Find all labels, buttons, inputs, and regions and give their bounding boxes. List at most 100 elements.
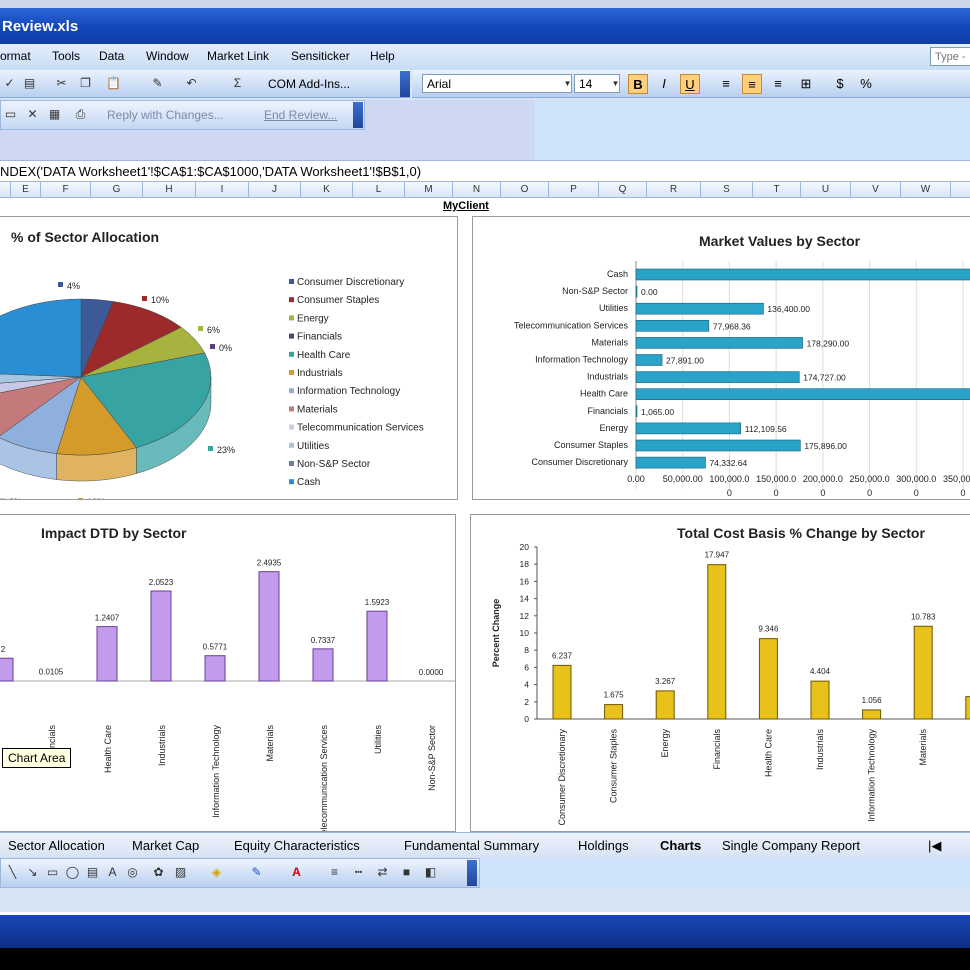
help-search-input[interactable] <box>930 47 970 66</box>
accept-change-icon[interactable]: ✕ <box>25 107 40 122</box>
column-header[interactable]: T <box>752 182 800 198</box>
textbox-icon[interactable]: ▤ <box>85 865 100 880</box>
wordart-icon[interactable]: A <box>105 865 120 880</box>
y-tick-label: 12 <box>520 611 530 621</box>
tab-charts[interactable]: Charts <box>660 838 701 853</box>
tab-market-cap[interactable]: Market Cap <box>132 838 199 853</box>
align-right-icon[interactable]: ≡ <box>768 74 788 94</box>
cut-icon[interactable]: ✂ <box>54 76 69 91</box>
column-header[interactable]: L <box>352 182 404 198</box>
font-color-icon[interactable]: A <box>289 865 304 880</box>
line-color-icon[interactable]: ✎ <box>249 865 264 880</box>
tab-scroll-left-icon[interactable]: |◀ <box>928 838 941 854</box>
menu-help[interactable]: Help <box>370 49 395 63</box>
oval-icon[interactable]: ◯ <box>65 865 80 880</box>
x-category-label: Energy <box>660 729 670 758</box>
fill-color-icon[interactable]: ◈ <box>209 865 224 880</box>
column-header[interactable]: N <box>452 182 500 198</box>
column-header[interactable]: U <box>800 182 850 198</box>
tab-equity-characteristics[interactable]: Equity Characteristics <box>234 838 360 853</box>
sector-allocation-chart[interactable]: % of Sector Allocation 4%10%6%0%23%10%2%… <box>0 216 458 500</box>
column-header[interactable]: V <box>850 182 900 198</box>
3d-icon[interactable]: ◧ <box>423 865 438 880</box>
tab-single-company-report[interactable]: Single Company Report <box>722 838 860 853</box>
track-changes-icon[interactable]: ▭ <box>3 107 18 122</box>
standard-toolbar: ✓ ▤ ✂ ❐ 📋 ✎ ↶ Σ COM Add-Ins... <box>0 70 410 98</box>
align-left-icon[interactable]: ≡ <box>716 74 736 94</box>
bar-value-label: 17.947 <box>705 551 730 560</box>
column-header[interactable]: P <box>548 182 598 198</box>
line-icon[interactable]: ╲ <box>5 865 20 880</box>
format-painter-icon[interactable]: ✎ <box>150 76 165 91</box>
slice-label-swatch <box>78 498 83 499</box>
column-header[interactable]: O <box>500 182 548 198</box>
column-header[interactable]: J <box>248 182 300 198</box>
chevron-down-icon[interactable]: ▼ <box>560 76 575 91</box>
line-style-icon[interactable]: ≡ <box>327 865 342 880</box>
y-tick-label: 10 <box>520 628 530 638</box>
print-icon[interactable]: ⎙ <box>73 107 88 122</box>
merge-center-icon[interactable]: ⊞ <box>796 74 816 94</box>
arrow-icon[interactable]: ↘ <box>25 865 40 880</box>
tab-holdings[interactable]: Holdings <box>578 838 629 853</box>
column-header[interactable]: R <box>646 182 700 198</box>
column-header[interactable]: F <box>40 182 90 198</box>
bar-value-label: 0.00 <box>641 287 658 297</box>
menu-window[interactable]: Window <box>146 49 189 63</box>
menu-sensiticker[interactable]: Sensiticker <box>291 49 350 63</box>
column-header[interactable]: S <box>700 182 752 198</box>
column-header[interactable]: K <box>300 182 352 198</box>
align-center-icon[interactable]: ≡ <box>742 74 762 94</box>
menu-format[interactable]: ormat <box>0 49 31 63</box>
menu-market-link[interactable]: Market Link <box>207 49 269 63</box>
com-addins-button[interactable]: COM Add-Ins... <box>268 77 350 91</box>
cost-basis-chart[interactable]: Total Cost Basis % Change by Sector Perc… <box>470 514 970 832</box>
impact-dtd-chart[interactable]: Impact DTD by Sector 2 0.0105 Financials 1.… <box>0 514 456 832</box>
spell-check-icon[interactable]: ✓ <box>2 76 17 91</box>
tab-fundamental-summary[interactable]: Fundamental Summary <box>404 838 539 853</box>
rectangle-icon[interactable]: ▭ <box>45 865 60 880</box>
copy-icon[interactable]: ❐ <box>78 76 93 91</box>
italic-button[interactable]: I <box>654 74 674 94</box>
toolbar-gripper[interactable] <box>400 71 410 97</box>
excel-window: Review.xls ormat Tools Data Window Marke… <box>0 0 970 948</box>
end-review-button[interactable]: End Review... <box>264 108 337 122</box>
column-header[interactable]: X <box>950 182 970 198</box>
shadow-icon[interactable]: ■ <box>399 865 414 880</box>
column-header[interactable]: H <box>142 182 195 198</box>
x-category-label: Utilities <box>373 725 383 755</box>
percent-button[interactable]: % <box>856 74 876 94</box>
formula-bar[interactable]: NDEX('DATA Worksheet1'!$CA$1:$CA$1000,'D… <box>0 160 970 182</box>
column-header[interactable]: G <box>90 182 142 198</box>
underline-button[interactable]: U <box>680 74 700 94</box>
clipart-icon[interactable]: ✿ <box>151 865 166 880</box>
menu-data[interactable]: Data <box>99 49 124 63</box>
column-header[interactable]: M <box>404 182 452 198</box>
toolbar-gripper[interactable] <box>353 102 363 128</box>
worksheet[interactable]: MyClient % of Sector Allocation 4% 10% 6% 0… <box>0 198 970 832</box>
bold-button[interactable]: B <box>628 74 648 94</box>
column-header[interactable]: W <box>900 182 950 198</box>
x-tick-label: 200,000.0 <box>803 474 843 484</box>
market-values-chart[interactable]: Market Values by Sector 0.00 50,000.00 100… <box>472 216 970 500</box>
undo-icon[interactable]: ↶ <box>184 76 199 91</box>
research-icon[interactable]: ▤ <box>22 76 37 91</box>
column-header[interactable]: I <box>195 182 248 198</box>
column-header[interactable]: E <box>10 182 40 198</box>
bar <box>204 655 226 682</box>
menu-tools[interactable]: Tools <box>52 49 80 63</box>
tab-sector-allocation[interactable]: Sector Allocation <box>8 838 105 853</box>
currency-button[interactable]: $ <box>830 74 850 94</box>
paste-icon[interactable]: 📋 <box>106 76 121 91</box>
font-name-field[interactable]: Arial <box>422 74 572 93</box>
toolbar-gripper[interactable] <box>467 860 477 886</box>
dash-style-icon[interactable]: ┅ <box>351 865 366 880</box>
reject-change-icon[interactable]: ▦ <box>47 107 62 122</box>
autosum-icon[interactable]: Σ <box>230 76 245 91</box>
picture-icon[interactable]: ▨ <box>173 865 188 880</box>
diagram-icon[interactable]: ◎ <box>125 865 140 880</box>
chevron-down-icon[interactable]: ▼ <box>608 76 623 91</box>
reply-with-changes-button[interactable]: Reply with Changes... <box>107 108 224 122</box>
column-header[interactable]: Q <box>598 182 646 198</box>
arrow-style-icon[interactable]: ⇄ <box>375 865 390 880</box>
